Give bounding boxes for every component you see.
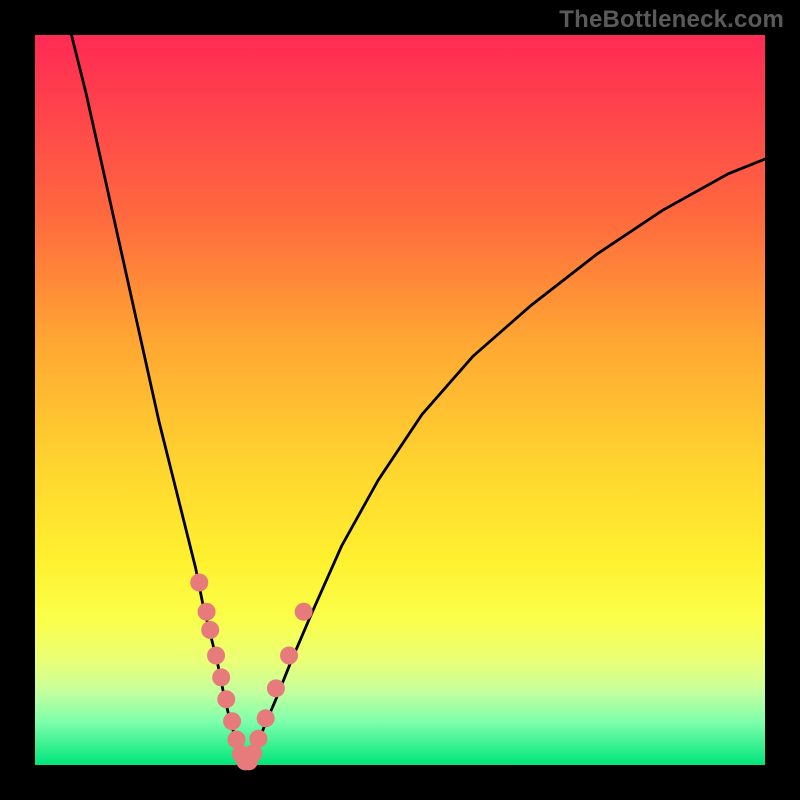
data-marker — [201, 621, 219, 639]
data-marker — [249, 730, 267, 748]
data-marker — [212, 668, 230, 686]
data-marker — [207, 647, 225, 665]
frame: TheBottleneck.com — [0, 0, 800, 800]
data-marker — [223, 712, 241, 730]
data-marker — [257, 709, 275, 727]
data-marker — [295, 603, 313, 621]
watermark: TheBottleneck.com — [559, 6, 784, 34]
data-marker-group — [190, 574, 312, 771]
data-marker — [267, 679, 285, 697]
data-marker — [217, 690, 235, 708]
data-marker — [198, 603, 216, 621]
data-marker — [190, 574, 208, 592]
plot-area — [35, 35, 765, 765]
data-marker — [280, 647, 298, 665]
curve-right — [249, 159, 765, 763]
chart-svg — [35, 35, 765, 765]
